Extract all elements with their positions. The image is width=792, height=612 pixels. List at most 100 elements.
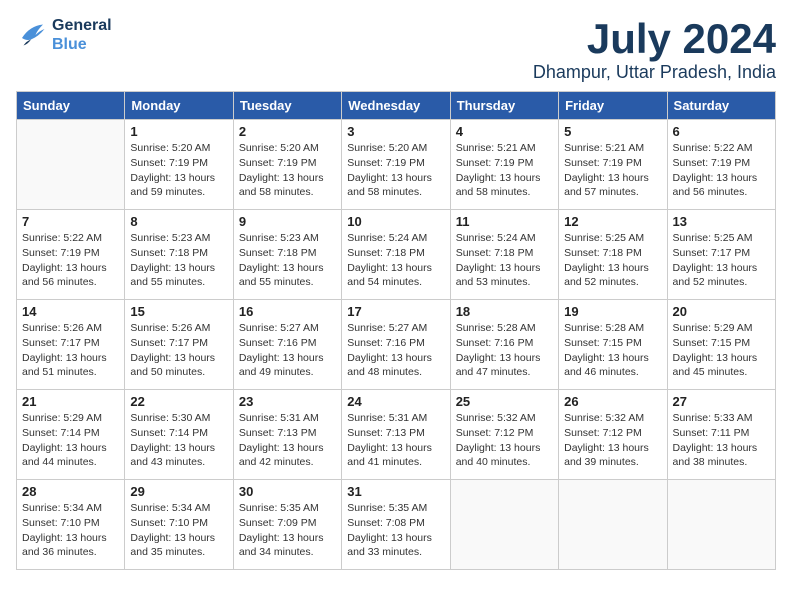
day-number: 1 [130, 124, 227, 139]
day-info: Sunrise: 5:29 AM Sunset: 7:14 PM Dayligh… [22, 411, 119, 470]
day-number: 9 [239, 214, 336, 229]
day-info: Sunrise: 5:23 AM Sunset: 7:18 PM Dayligh… [239, 231, 336, 290]
calendar-cell: 31Sunrise: 5:35 AM Sunset: 7:08 PM Dayli… [342, 480, 450, 570]
calendar-cell: 22 Sunrise: 5:30 AM Sunset: 7:14 PM Dayli… [125, 390, 233, 480]
day-info: Sunrise: 5:33 AM Sunset: 7:11 PM Dayligh… [673, 411, 770, 470]
column-header-sunday: Sunday [17, 92, 125, 120]
calendar-cell [559, 480, 667, 570]
day-number: 11 [456, 214, 553, 229]
day-number: 5 [564, 124, 661, 139]
day-number: 23 [239, 394, 336, 409]
calendar-cell: 17 Sunrise: 5:27 AM Sunset: 7:16 PM Dayli… [342, 300, 450, 390]
calendar-cell: 7 Sunrise: 5:22 AM Sunset: 7:19 PM Daylig… [17, 210, 125, 300]
week-row-5: 28Sunrise: 5:34 AM Sunset: 7:10 PM Dayli… [17, 480, 776, 570]
header-row: SundayMondayTuesdayWednesdayThursdayFrid… [17, 92, 776, 120]
calendar-cell: 12Sunrise: 5:25 AM Sunset: 7:18 PM Dayli… [559, 210, 667, 300]
column-header-monday: Monday [125, 92, 233, 120]
day-info: Sunrise: 5:24 AM Sunset: 7:18 PM Dayligh… [456, 231, 553, 290]
calendar-cell: 26 Sunrise: 5:32 AM Sunset: 7:12 PM Dayli… [559, 390, 667, 480]
calendar-cell: 4 Sunrise: 5:21 AM Sunset: 7:19 PM Daylig… [450, 120, 558, 210]
calendar-cell: 3Sunrise: 5:20 AM Sunset: 7:19 PM Daylig… [342, 120, 450, 210]
logo: General Blue [16, 16, 112, 54]
week-row-2: 7 Sunrise: 5:22 AM Sunset: 7:19 PM Daylig… [17, 210, 776, 300]
calendar-cell: 20 Sunrise: 5:29 AM Sunset: 7:15 PM Dayli… [667, 300, 775, 390]
day-number: 17 [347, 304, 444, 319]
column-header-friday: Friday [559, 92, 667, 120]
day-number: 2 [239, 124, 336, 139]
week-row-4: 21 Sunrise: 5:29 AM Sunset: 7:14 PM Dayli… [17, 390, 776, 480]
day-info: Sunrise: 5:31 AM Sunset: 7:13 PM Dayligh… [347, 411, 444, 470]
day-info: Sunrise: 5:30 AM Sunset: 7:14 PM Dayligh… [130, 411, 227, 470]
day-info: Sunrise: 5:26 AM Sunset: 7:17 PM Dayligh… [130, 321, 227, 380]
day-info: Sunrise: 5:35 AM Sunset: 7:08 PM Dayligh… [347, 501, 444, 560]
week-row-3: 14 Sunrise: 5:26 AM Sunset: 7:17 PM Dayli… [17, 300, 776, 390]
day-info: Sunrise: 5:25 AM Sunset: 7:17 PM Dayligh… [673, 231, 770, 290]
day-number: 7 [22, 214, 119, 229]
day-number: 8 [130, 214, 227, 229]
calendar-table: SundayMondayTuesdayWednesdayThursdayFrid… [16, 91, 776, 570]
day-number: 21 [22, 394, 119, 409]
calendar-cell: 24 Sunrise: 5:31 AM Sunset: 7:13 PM Dayli… [342, 390, 450, 480]
day-info: Sunrise: 5:25 AM Sunset: 7:18 PM Dayligh… [564, 231, 661, 290]
day-number: 14 [22, 304, 119, 319]
day-info: Sunrise: 5:22 AM Sunset: 7:19 PM Dayligh… [673, 141, 770, 200]
day-number: 26 [564, 394, 661, 409]
calendar-cell: 8 Sunrise: 5:23 AM Sunset: 7:18 PM Daylig… [125, 210, 233, 300]
calendar-cell: 30Sunrise: 5:35 AM Sunset: 7:09 PM Dayli… [233, 480, 341, 570]
calendar-cell: 21 Sunrise: 5:29 AM Sunset: 7:14 PM Dayli… [17, 390, 125, 480]
day-number: 13 [673, 214, 770, 229]
calendar-cell: 11 Sunrise: 5:24 AM Sunset: 7:18 PM Dayli… [450, 210, 558, 300]
day-info: Sunrise: 5:24 AM Sunset: 7:18 PM Dayligh… [347, 231, 444, 290]
day-info: Sunrise: 5:29 AM Sunset: 7:15 PM Dayligh… [673, 321, 770, 380]
day-info: Sunrise: 5:20 AM Sunset: 7:19 PM Dayligh… [130, 141, 227, 200]
column-header-wednesday: Wednesday [342, 92, 450, 120]
day-number: 24 [347, 394, 444, 409]
logo-text: General Blue [52, 16, 112, 54]
day-info: Sunrise: 5:34 AM Sunset: 7:10 PM Dayligh… [22, 501, 119, 560]
day-info: Sunrise: 5:32 AM Sunset: 7:12 PM Dayligh… [456, 411, 553, 470]
day-number: 15 [130, 304, 227, 319]
day-info: Sunrise: 5:21 AM Sunset: 7:19 PM Dayligh… [564, 141, 661, 200]
calendar-subtitle: Dhampur, Uttar Pradesh, India [533, 62, 776, 83]
calendar-cell: 13 Sunrise: 5:25 AM Sunset: 7:17 PM Dayli… [667, 210, 775, 300]
day-info: Sunrise: 5:28 AM Sunset: 7:15 PM Dayligh… [564, 321, 661, 380]
calendar-cell: 29Sunrise: 5:34 AM Sunset: 7:10 PM Dayli… [125, 480, 233, 570]
calendar-cell: 15 Sunrise: 5:26 AM Sunset: 7:17 PM Dayli… [125, 300, 233, 390]
day-number: 18 [456, 304, 553, 319]
day-info: Sunrise: 5:28 AM Sunset: 7:16 PM Dayligh… [456, 321, 553, 380]
day-info: Sunrise: 5:27 AM Sunset: 7:16 PM Dayligh… [347, 321, 444, 380]
calendar-cell: 27 Sunrise: 5:33 AM Sunset: 7:11 PM Dayli… [667, 390, 775, 480]
calendar-cell: 9 Sunrise: 5:23 AM Sunset: 7:18 PM Daylig… [233, 210, 341, 300]
week-row-1: 1 Sunrise: 5:20 AM Sunset: 7:19 PM Daylig… [17, 120, 776, 210]
day-info: Sunrise: 5:20 AM Sunset: 7:19 PM Dayligh… [239, 141, 336, 200]
column-header-saturday: Saturday [667, 92, 775, 120]
calendar-cell: 23 Sunrise: 5:31 AM Sunset: 7:13 PM Dayli… [233, 390, 341, 480]
calendar-cell: 10Sunrise: 5:24 AM Sunset: 7:18 PM Dayli… [342, 210, 450, 300]
day-info: Sunrise: 5:23 AM Sunset: 7:18 PM Dayligh… [130, 231, 227, 290]
title-block: July 2024 Dhampur, Uttar Pradesh, India [533, 16, 776, 83]
day-number: 29 [130, 484, 227, 499]
column-header-tuesday: Tuesday [233, 92, 341, 120]
day-info: Sunrise: 5:22 AM Sunset: 7:19 PM Dayligh… [22, 231, 119, 290]
day-info: Sunrise: 5:21 AM Sunset: 7:19 PM Dayligh… [456, 141, 553, 200]
day-info: Sunrise: 5:20 AM Sunset: 7:19 PM Dayligh… [347, 141, 444, 200]
day-number: 6 [673, 124, 770, 139]
day-number: 19 [564, 304, 661, 319]
day-number: 4 [456, 124, 553, 139]
calendar-cell: 1 Sunrise: 5:20 AM Sunset: 7:19 PM Daylig… [125, 120, 233, 210]
calendar-cell: 14 Sunrise: 5:26 AM Sunset: 7:17 PM Dayli… [17, 300, 125, 390]
day-info: Sunrise: 5:26 AM Sunset: 7:17 PM Dayligh… [22, 321, 119, 380]
day-info: Sunrise: 5:27 AM Sunset: 7:16 PM Dayligh… [239, 321, 336, 380]
day-number: 20 [673, 304, 770, 319]
calendar-cell [17, 120, 125, 210]
calendar-cell: 18 Sunrise: 5:28 AM Sunset: 7:16 PM Dayli… [450, 300, 558, 390]
day-info: Sunrise: 5:32 AM Sunset: 7:12 PM Dayligh… [564, 411, 661, 470]
day-number: 22 [130, 394, 227, 409]
calendar-cell [450, 480, 558, 570]
calendar-cell: 28Sunrise: 5:34 AM Sunset: 7:10 PM Dayli… [17, 480, 125, 570]
day-number: 30 [239, 484, 336, 499]
column-header-thursday: Thursday [450, 92, 558, 120]
day-info: Sunrise: 5:31 AM Sunset: 7:13 PM Dayligh… [239, 411, 336, 470]
day-number: 27 [673, 394, 770, 409]
calendar-cell: 2 Sunrise: 5:20 AM Sunset: 7:19 PM Daylig… [233, 120, 341, 210]
